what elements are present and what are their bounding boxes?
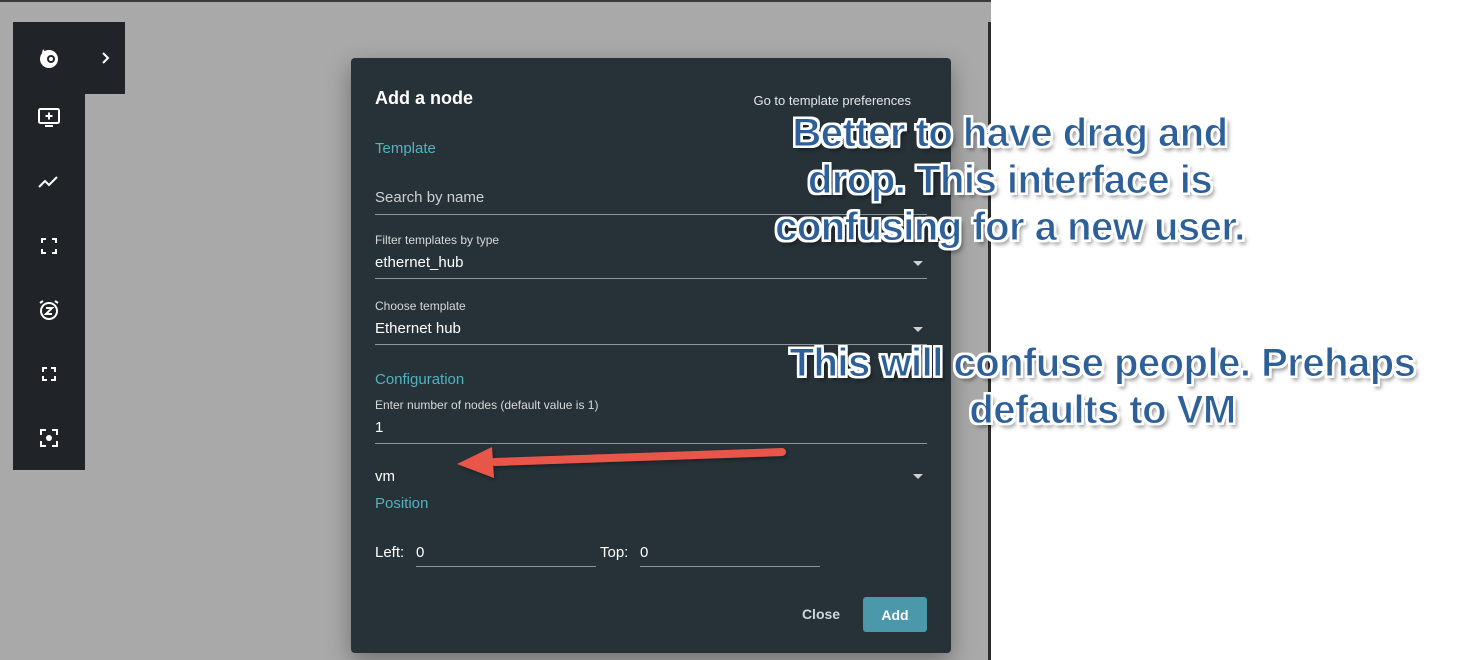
annotation-line: confusing for a new user.	[775, 205, 1246, 250]
compute-value: vm	[375, 468, 395, 485]
choose-template-label: Choose template	[375, 299, 466, 313]
left-position-value: 0	[416, 544, 425, 561]
compute-select[interactable]: vm	[375, 462, 927, 486]
fit-view-icon[interactable]	[13, 214, 85, 278]
position-section-title: Position	[375, 495, 429, 512]
trend-line-icon[interactable]	[13, 150, 85, 214]
annotation-line: This will confuse people. Prehaps	[789, 341, 1416, 386]
dialog-title: Add a node	[375, 88, 473, 108]
choose-template-value: Ethernet hub	[375, 320, 461, 337]
template-type-value: ethernet_hub	[375, 254, 464, 271]
close-button[interactable]: Close	[791, 599, 851, 629]
left-label: Left:	[375, 544, 405, 561]
left-position-input[interactable]: 0	[416, 542, 596, 567]
top-position-input[interactable]: 0	[640, 542, 820, 567]
template-type-label: Filter templates by type	[375, 233, 500, 247]
chevron-down-icon	[913, 261, 923, 266]
annotation-line: Better to have drag and	[792, 111, 1229, 156]
left-toolbar	[13, 22, 85, 470]
configuration-section-title: Configuration	[375, 371, 465, 388]
template-preferences-link[interactable]: Go to template preferences	[753, 93, 911, 108]
choose-template-select[interactable]: Choose template Ethernet hub	[375, 296, 927, 345]
annotation-note-2: This will confuse people. Prehaps defaul…	[770, 340, 1435, 434]
add-node-monitor-icon[interactable]	[13, 86, 85, 150]
annotation-line: defaults to VM	[969, 388, 1237, 433]
top-position-value: 0	[640, 544, 649, 561]
chevron-right-icon	[102, 52, 110, 64]
snooze-alarm-icon[interactable]	[13, 278, 85, 342]
gns3-logo-icon[interactable]	[13, 26, 85, 90]
node-count-value: 1	[375, 419, 384, 436]
add-button[interactable]: Add	[863, 597, 927, 632]
screenshot-icon[interactable]	[13, 406, 85, 470]
chevron-down-icon	[913, 474, 923, 479]
search-placeholder: Search by name	[375, 189, 485, 206]
chevron-down-icon	[913, 327, 923, 332]
top-label: Top:	[600, 544, 629, 561]
fullscreen-icon[interactable]	[13, 342, 85, 406]
template-section-title: Template	[375, 140, 436, 157]
toolbar-expand-button[interactable]	[85, 22, 125, 94]
annotation-note-1: Better to have drag and drop. This inter…	[760, 110, 1260, 251]
node-count-label: Enter number of nodes (default value is …	[375, 398, 599, 412]
annotation-line: drop. This interface is	[807, 158, 1213, 203]
